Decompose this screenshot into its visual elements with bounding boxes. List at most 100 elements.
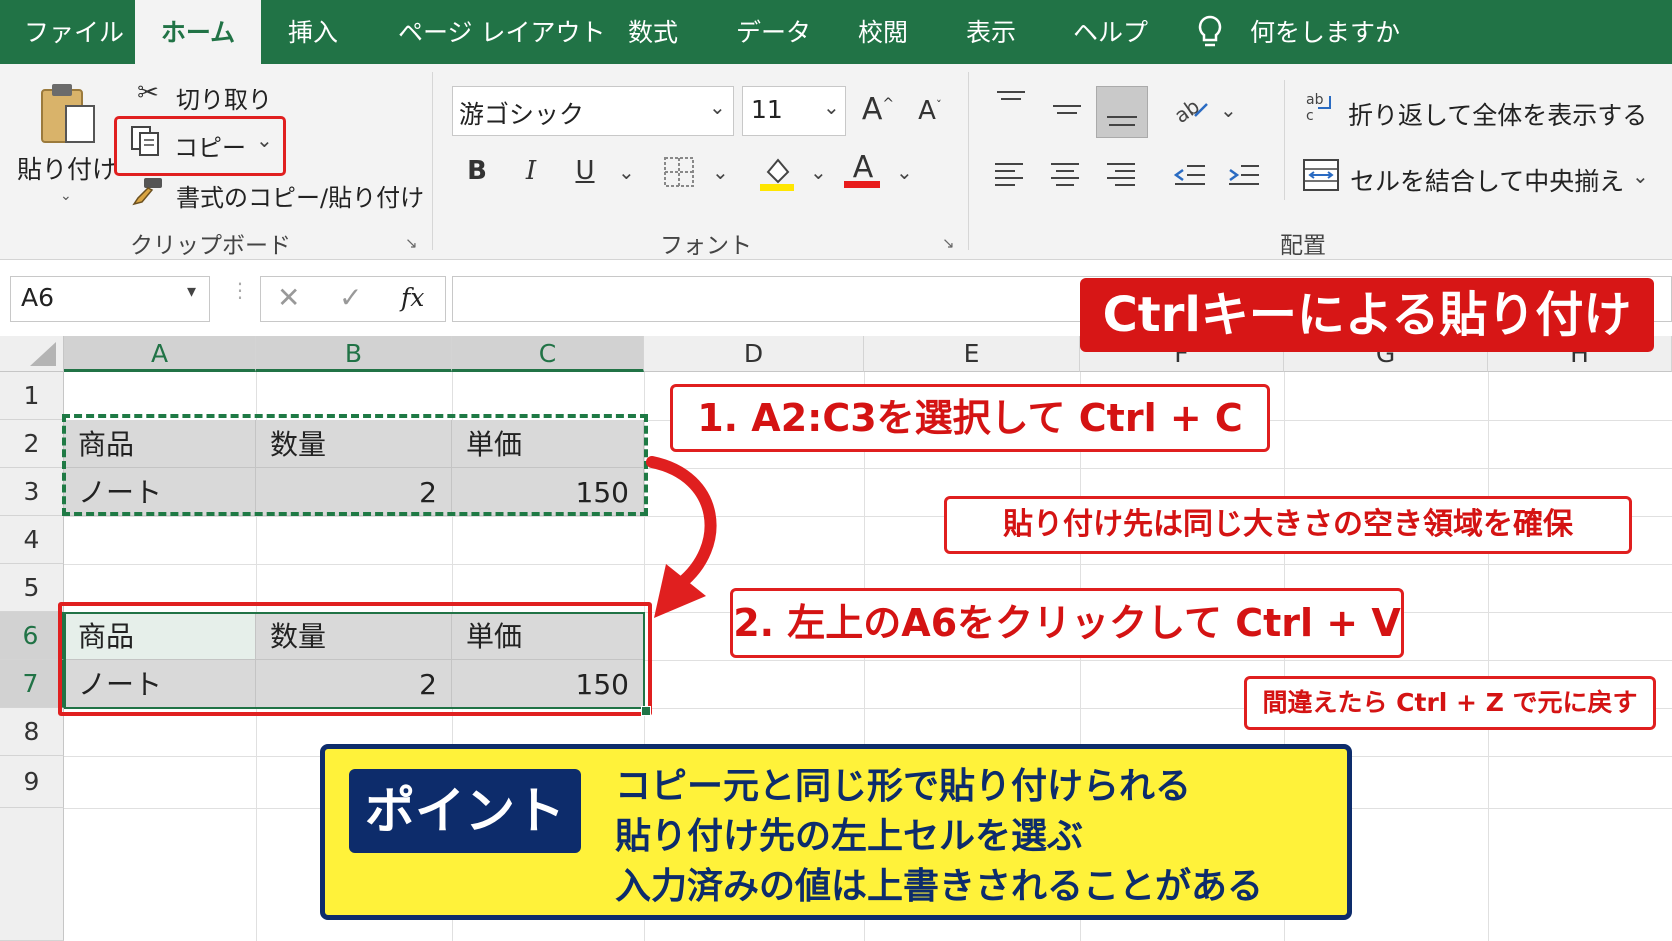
point-label: ポイント — [349, 769, 581, 853]
copy-marquee — [62, 414, 648, 516]
row-header-6[interactable]: 6 — [0, 612, 64, 660]
clipboard-group-label: クリップボード — [130, 233, 291, 259]
orientation-icon[interactable]: ab — [1170, 92, 1212, 133]
format-painter-icon — [130, 176, 164, 213]
font-color-button[interactable]: A — [844, 150, 882, 188]
merge-dropdown-icon[interactable]: ⌄ — [1632, 164, 1649, 188]
chevron-down-icon: ⌄ — [709, 95, 726, 119]
copy-dropdown-icon[interactable]: ⌄ — [256, 128, 273, 152]
gridline — [64, 564, 1672, 565]
lightbulb-icon — [1196, 0, 1226, 64]
cut-button[interactable]: 切り取り — [176, 80, 272, 115]
enter-formula-icon[interactable]: ✓ — [339, 281, 362, 314]
bold-button[interactable]: B — [462, 156, 492, 186]
cancel-formula-icon[interactable]: ✕ — [277, 281, 300, 314]
clipboard-launcher-icon[interactable]: ↘ — [405, 234, 418, 252]
row-header-8[interactable]: 8 — [0, 708, 64, 756]
scissors-icon: ✂ — [137, 78, 159, 108]
ribbon-separator — [1284, 80, 1285, 200]
column-header-b[interactable]: B — [256, 336, 452, 372]
orientation-dropdown-icon[interactable]: ⌄ — [1220, 98, 1237, 122]
font-color-dropdown-icon[interactable]: ⌄ — [896, 160, 913, 184]
row-header-1[interactable]: 1 — [0, 372, 64, 420]
svg-text:ab: ab — [1306, 92, 1324, 108]
align-center-icon[interactable] — [1048, 160, 1082, 197]
align-left-icon[interactable] — [992, 160, 1026, 197]
underline-button[interactable]: U — [570, 156, 600, 186]
formula-bar-grip-icon: ⋮ — [230, 278, 250, 302]
tab-view[interactable]: 表示 — [966, 0, 1016, 64]
align-right-icon[interactable] — [1104, 160, 1138, 197]
point-line-2: 貼り付け先の左上セルを選ぶ — [615, 816, 1084, 857]
column-header-e[interactable]: E — [864, 336, 1080, 372]
point-line-3: 入力済みの値は上書きされることがある — [615, 866, 1264, 907]
align-top-icon[interactable] — [994, 88, 1028, 123]
tab-formulas[interactable]: 数式 — [628, 0, 678, 64]
row-header-2[interactable]: 2 — [0, 420, 64, 468]
decrease-font-size-icon[interactable]: Aˇ — [912, 96, 948, 126]
ribbon-tab-bar: ファイル ホーム 挿入 ページ レイアウト 数式 データ 校閲 表示 ヘルプ 何… — [0, 0, 1672, 64]
row-header-5[interactable]: 5 — [0, 564, 64, 612]
font-name-value: 游ゴシック — [459, 100, 585, 129]
fill-color-dropdown-icon[interactable]: ⌄ — [810, 160, 827, 184]
fill-color-icon[interactable] — [758, 152, 796, 199]
align-bottom-button[interactable] — [1096, 86, 1148, 138]
tab-review[interactable]: 校閲 — [858, 0, 908, 64]
format-painter-button[interactable]: 書式のコピー/貼り付け — [176, 178, 424, 213]
ribbon-separator — [968, 72, 969, 250]
align-middle-icon[interactable] — [1050, 96, 1084, 131]
row-header-4[interactable]: 4 — [0, 516, 64, 564]
column-header-d[interactable]: D — [644, 336, 864, 372]
font-size-select[interactable]: 11 ⌄ — [742, 86, 846, 136]
font-color-letter: A — [852, 150, 874, 185]
font-launcher-icon[interactable]: ↘ — [942, 234, 955, 252]
alignment-group-label: 配置 — [1280, 233, 1326, 259]
paste-icon[interactable] — [38, 80, 98, 146]
note1-callout: 貼り付け先は同じ大きさの空き領域を確保 — [944, 496, 1632, 554]
paste-dropdown-icon[interactable]: ⌄ — [60, 188, 72, 204]
underline-dropdown-icon[interactable]: ⌄ — [618, 160, 635, 184]
point-line-1: コピー元と同じ形で貼り付けられる — [615, 766, 1192, 807]
select-all-corner[interactable] — [0, 336, 64, 372]
name-box[interactable]: A6 ▾ — [10, 276, 210, 322]
borders-dropdown-icon[interactable]: ⌄ — [712, 160, 729, 184]
font-group-label: フォント — [660, 233, 752, 259]
increase-indent-icon[interactable] — [1226, 160, 1262, 197]
merge-center-button[interactable]: セルを結合して中央揃え — [1350, 162, 1624, 198]
insert-function-icon[interactable]: fx — [401, 283, 424, 312]
name-box-value: A6 — [21, 283, 55, 312]
row-header-7[interactable]: 7 — [0, 660, 64, 708]
tab-data[interactable]: データ — [736, 0, 811, 64]
row-header-empty — [0, 808, 64, 941]
increase-font-size-icon[interactable]: A^ — [860, 92, 896, 127]
column-header-c[interactable]: C — [452, 336, 644, 372]
tab-help[interactable]: ヘルプ — [1073, 0, 1148, 64]
decrease-indent-icon[interactable] — [1172, 160, 1208, 197]
fill-handle[interactable] — [641, 706, 651, 716]
paste-button[interactable]: 貼り付け — [17, 150, 117, 186]
svg-text:c: c — [1306, 108, 1314, 124]
copy-button[interactable]: コピー — [174, 128, 246, 163]
point-box: ポイント コピー元と同じ形で貼り付けられる 貼り付け先の左上セルを選ぶ 入力済み… — [320, 744, 1352, 920]
formula-buttons: ✕ ✓ fx — [260, 276, 446, 322]
chevron-down-icon: ⌄ — [823, 95, 840, 119]
font-size-value: 11 — [751, 95, 783, 124]
title-banner: Ctrlキーによる貼り付け — [1080, 278, 1654, 352]
wrap-text-icon: ab c — [1304, 90, 1338, 129]
tell-me-search[interactable]: 何をしますか — [1250, 0, 1400, 64]
borders-icon[interactable] — [662, 156, 696, 195]
tab-file[interactable]: ファイル — [24, 0, 124, 64]
tab-page-layout[interactable]: ページ レイアウト — [398, 0, 605, 64]
name-box-dropdown-icon[interactable]: ▾ — [187, 281, 196, 302]
ribbon-separator — [432, 72, 433, 250]
column-header-a[interactable]: A — [64, 336, 256, 372]
font-name-select[interactable]: 游ゴシック ⌄ — [452, 86, 734, 136]
tab-insert[interactable]: 挿入 — [288, 0, 338, 64]
paste-target-highlight — [58, 602, 652, 716]
row-header-3[interactable]: 3 — [0, 468, 64, 516]
tab-home[interactable]: ホーム — [135, 0, 261, 64]
row-header-9[interactable]: 9 — [0, 756, 64, 808]
step1-callout: 1. A2:C3を選択して Ctrl + C — [670, 384, 1270, 452]
wrap-text-button[interactable]: 折り返して全体を表示する — [1348, 96, 1647, 132]
italic-button[interactable]: I — [516, 156, 546, 186]
